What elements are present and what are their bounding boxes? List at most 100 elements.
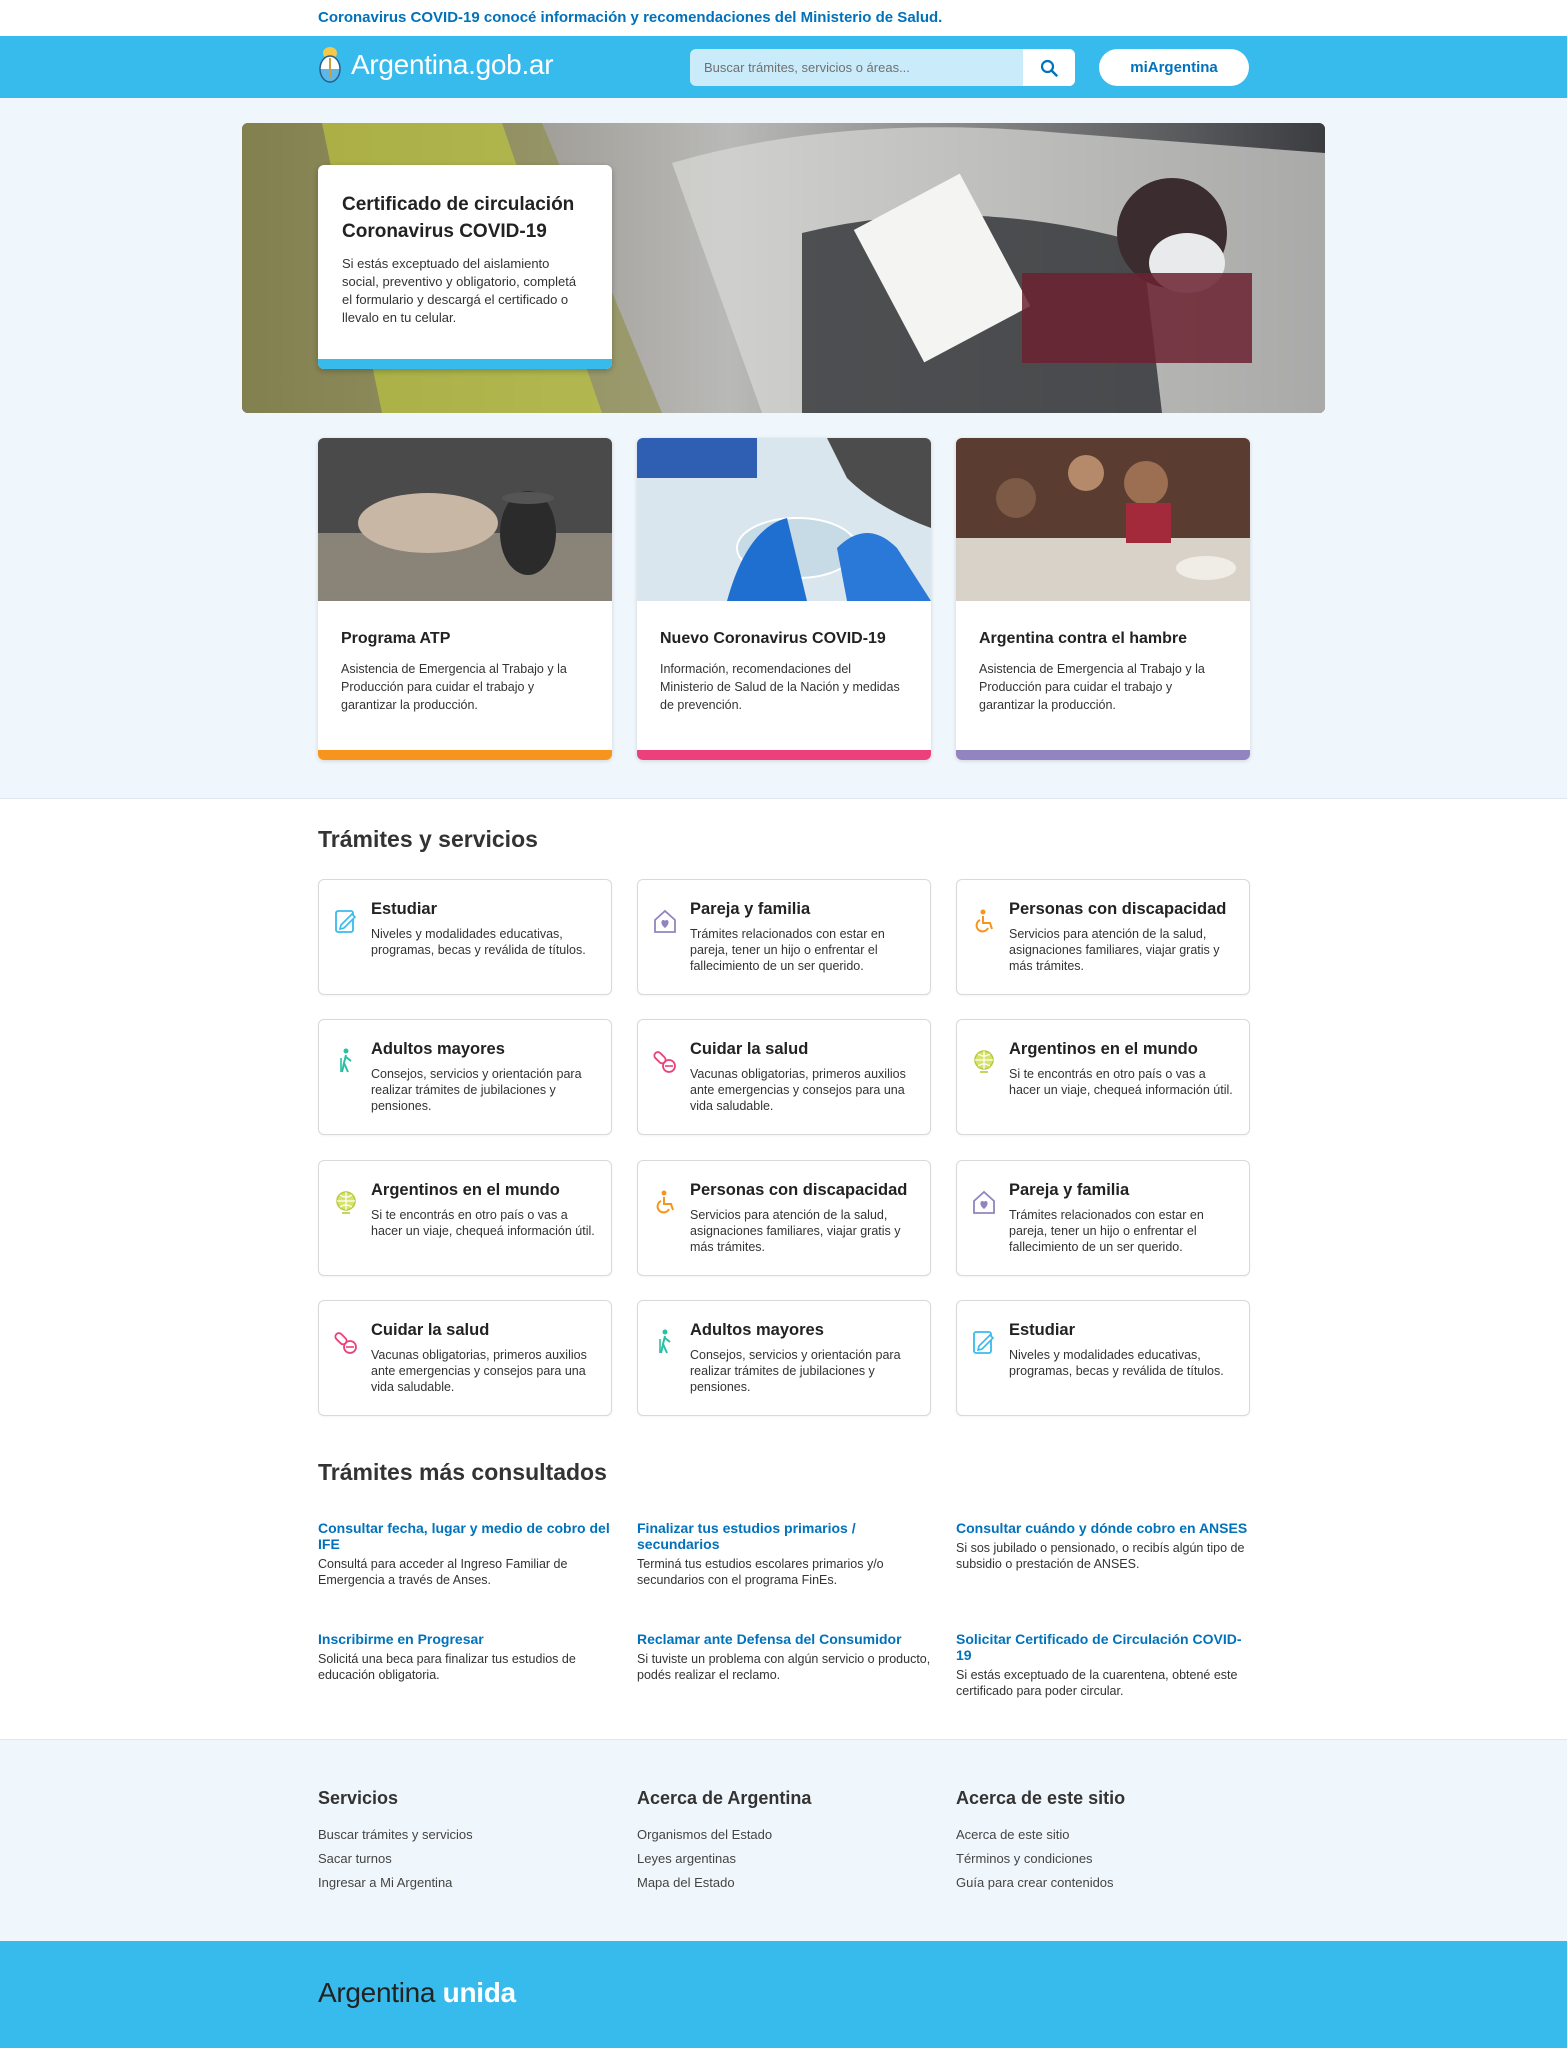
footer-link[interactable]: Leyes argentinas xyxy=(637,1851,931,1866)
tramite-title: Personas con discapacidad xyxy=(1009,900,1227,918)
tramite-card[interactable]: Argentinos en el mundo Si te encontrás en… xyxy=(956,1019,1250,1135)
bottom-bar: Argentina unida xyxy=(0,1941,1567,2048)
covid-alert-link[interactable]: Coronavirus COVID-19 conocé información … xyxy=(318,9,942,26)
family-house-icon xyxy=(971,1187,997,1217)
tramite-title: Cuidar la salud xyxy=(690,1040,809,1058)
footer-link[interactable]: Buscar trámites y servicios xyxy=(318,1827,612,1842)
footer-heading: Acerca de este sitio xyxy=(956,1788,1126,1808)
tramite-title: Argentinos en el mundo xyxy=(371,1181,560,1199)
footer-link[interactable]: Ingresar a Mi Argentina xyxy=(318,1875,612,1890)
promo-accent-purple xyxy=(956,750,1250,760)
footer-heading: Servicios xyxy=(318,1788,399,1808)
search-button[interactable] xyxy=(1023,49,1075,86)
wheelchair-icon xyxy=(971,906,997,936)
tramite-title: Personas con discapacidad xyxy=(690,1181,908,1199)
tramite-card[interactable]: Cuidar la salud Vacunas obligatorias, pri… xyxy=(318,1300,612,1416)
footer-link[interactable]: Mapa del Estado xyxy=(637,1875,931,1890)
promo-card-hambre[interactable]: Argentina contra el hambre Asistencia de… xyxy=(956,438,1250,760)
tramite-description: Niveles y modalidades educativas, progra… xyxy=(1009,1348,1224,1378)
consultado-link[interactable]: Consultar fecha, lugar y medio de cobro … xyxy=(318,1520,612,1552)
search-icon xyxy=(1040,59,1058,77)
tramite-description: Consejos, servicios y orientación para r… xyxy=(371,1067,582,1113)
tramite-title: Estudiar xyxy=(1009,1321,1076,1339)
tramite-card[interactable]: Estudiar Niveles y modalidades educativas… xyxy=(956,1300,1250,1416)
consultado-description: Solicitá una beca para finalizar tus est… xyxy=(318,1652,576,1682)
hero-title: Certificado de circulación Coronavirus C… xyxy=(342,194,575,242)
tramite-description: Si te encontrás en otro país o vas a hac… xyxy=(1009,1067,1233,1097)
tramite-title: Adultos mayores xyxy=(690,1321,824,1339)
promo-card-atp[interactable]: Programa ATP Asistencia de Emergencia al… xyxy=(318,438,612,760)
consultado-description: Si estás exceptuado de la cuarentena, ob… xyxy=(956,1668,1238,1698)
tramite-card[interactable]: Adultos mayores Consejos, servicios y ori… xyxy=(637,1300,931,1416)
promo-description: Asistencia de Emergencia al Trabajo y la… xyxy=(979,662,1205,712)
tramite-description: Consejos, servicios y orientación para r… xyxy=(690,1348,901,1394)
promo-card-coronavirus[interactable]: Nuevo Coronavirus COVID-19 Información, … xyxy=(637,438,931,760)
consultado-link[interactable]: Inscribirme en Progresar xyxy=(318,1631,612,1647)
miargentina-button[interactable]: miArgentina xyxy=(1099,49,1249,86)
elderly-icon xyxy=(333,1046,359,1076)
consultado-link[interactable]: Solicitar Certificado de Circulación COV… xyxy=(956,1631,1250,1663)
footer-column-acerca-argentina: Acerca de Argentina Organismos del Estad… xyxy=(637,1788,931,1899)
tramite-description: Servicios para atención de la salud, asi… xyxy=(1009,927,1220,973)
consultado-item: Solicitar Certificado de Circulación COV… xyxy=(956,1631,1250,1699)
tramite-card[interactable]: Pareja y familia Trámites relacionados co… xyxy=(956,1160,1250,1276)
consultado-item: Consultar fecha, lugar y medio de cobro … xyxy=(318,1520,612,1588)
tramite-card[interactable]: Adultos mayores Consejos, servicios y ori… xyxy=(318,1019,612,1135)
wheelchair-icon xyxy=(652,1187,678,1217)
footer-link[interactable]: Organismos del Estado xyxy=(637,1827,931,1842)
promo-title: Argentina contra el hambre xyxy=(979,630,1188,647)
argentina-unida-logo: Argentina unida xyxy=(318,1977,516,2009)
elderly-icon xyxy=(652,1327,678,1357)
tramites-heading: Trámites y servicios xyxy=(318,826,538,852)
tramite-description: Niveles y modalidades educativas, progra… xyxy=(371,927,586,957)
promo-description: Información, recomendaciones del Ministe… xyxy=(660,662,900,712)
search-input[interactable] xyxy=(690,49,1023,86)
tramite-card[interactable]: Personas con discapacidad Servicios para … xyxy=(637,1160,931,1276)
tramite-card[interactable]: Pareja y familia Trámites relacionados co… xyxy=(637,879,931,995)
footer-link[interactable]: Guía para crear contenidos xyxy=(956,1875,1250,1890)
tramite-card[interactable]: Estudiar Niveles y modalidades educativas… xyxy=(318,879,612,995)
logo-accent-text: unida xyxy=(442,1977,516,2008)
promo-accent-orange xyxy=(318,750,612,760)
tramite-description: Servicios para atención de la salud, asi… xyxy=(690,1208,901,1254)
tramite-title: Pareja y familia xyxy=(1009,1181,1130,1199)
tramite-title: Argentinos en el mundo xyxy=(1009,1040,1198,1058)
consultado-link[interactable]: Finalizar tus estudios primarios / secun… xyxy=(637,1520,931,1552)
site-footer: Servicios Buscar trámites y servicios Sa… xyxy=(0,1739,1567,1941)
consultado-item: Inscribirme en Progresar Solicitá una be… xyxy=(318,1631,612,1683)
tramite-description: Si te encontrás en otro país o vas a hac… xyxy=(371,1208,595,1238)
promo-accent-pink xyxy=(637,750,931,760)
pottery-photo xyxy=(318,438,612,601)
footer-heading: Acerca de Argentina xyxy=(637,1788,812,1808)
footer-link[interactable]: Términos y condiciones xyxy=(956,1851,1250,1866)
covid-alert-bar: Coronavirus COVID-19 conocé información … xyxy=(0,0,1567,36)
globe-icon xyxy=(971,1046,997,1076)
consultado-description: Si sos jubilado o pensionado, o recibís … xyxy=(956,1541,1245,1571)
pills-icon xyxy=(652,1046,678,1076)
brand-logo[interactable]: Argentina.gob.ar xyxy=(318,46,554,84)
tramite-card[interactable]: Personas con discapacidad Servicios para … xyxy=(956,879,1250,995)
site-header: Argentina.gob.ar miArgentina xyxy=(0,36,1567,98)
logo-main-text: Argentina xyxy=(318,1977,436,2008)
consultado-item: Reclamar ante Defensa del Consumidor Si … xyxy=(637,1631,931,1683)
consultado-item: Consultar cuándo y dónde cobro en ANSES … xyxy=(956,1520,1250,1572)
consultado-link[interactable]: Reclamar ante Defensa del Consumidor xyxy=(637,1631,931,1647)
consultado-link[interactable]: Consultar cuándo y dónde cobro en ANSES xyxy=(956,1520,1250,1536)
hero-card[interactable]: Certificado de circulación Coronavirus C… xyxy=(318,165,612,369)
family-house-icon xyxy=(652,906,678,936)
tramite-title: Cuidar la salud xyxy=(371,1321,490,1339)
tramite-description: Vacunas obligatorias, primeros auxilios … xyxy=(690,1067,906,1113)
education-icon xyxy=(333,906,359,936)
hero-card-accent xyxy=(318,359,612,369)
footer-link[interactable]: Acerca de este sitio xyxy=(956,1827,1250,1842)
tramite-card[interactable]: Cuidar la salud Vacunas obligatorias, pri… xyxy=(637,1019,931,1135)
children-eating-photo xyxy=(956,438,1250,601)
tramite-description: Trámites relacionados con estar en parej… xyxy=(1009,1208,1204,1254)
hero-description: Si estás exceptuado del aislamiento soci… xyxy=(342,256,577,325)
globe-icon xyxy=(333,1187,359,1217)
consultado-item: Finalizar tus estudios primarios / secun… xyxy=(637,1520,931,1588)
footer-column-acerca-sitio: Acerca de este sitio Acerca de este siti… xyxy=(956,1788,1250,1899)
footer-link[interactable]: Sacar turnos xyxy=(318,1851,612,1866)
tramite-card[interactable]: Argentinos en el mundo Si te encontrás en… xyxy=(318,1160,612,1276)
tramite-title: Adultos mayores xyxy=(371,1040,505,1058)
